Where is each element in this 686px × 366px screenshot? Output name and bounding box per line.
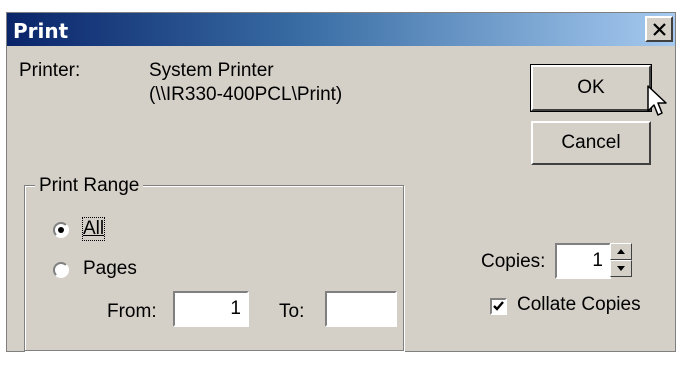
collate-label[interactable]: Collate Copies [517,294,641,316]
print-range-legend: Print Range [35,175,144,197]
printer-path: (\\IR330-400PCL\Print) [149,84,343,105]
copies-input[interactable]: 1 [555,243,611,279]
radio-pages[interactable] [53,262,69,278]
triangle-up-icon [617,249,625,254]
radio-all-label[interactable]: All [81,217,106,241]
copies-label: Copies: [481,251,546,272]
triangle-down-icon [617,266,625,271]
print-dialog: Print Printer: System Printer (\\IR330-4… [6,12,676,352]
checkmark-icon [493,301,504,311]
from-input[interactable]: 1 [173,291,249,327]
title-bar[interactable]: Print [7,13,675,46]
copies-spinner[interactable] [610,243,632,277]
radio-all[interactable] [53,222,69,238]
close-icon [653,23,666,36]
spin-up-button[interactable] [610,243,632,260]
to-label: To: [279,301,305,322]
collate-checkbox[interactable] [490,298,507,315]
radio-selected-dot [58,227,64,233]
from-label: From: [107,301,157,322]
printer-label: Printer: [19,60,81,81]
printer-name: System Printer [149,60,274,81]
close-button[interactable] [645,16,673,42]
radio-pages-label[interactable]: Pages [83,258,137,280]
to-input[interactable] [325,291,397,327]
ok-button[interactable]: OK [530,64,652,112]
cursor-arrow-icon [647,85,667,116]
window-title: Print [13,19,69,43]
cancel-button[interactable]: Cancel [531,121,651,165]
spin-down-button[interactable] [610,260,632,277]
